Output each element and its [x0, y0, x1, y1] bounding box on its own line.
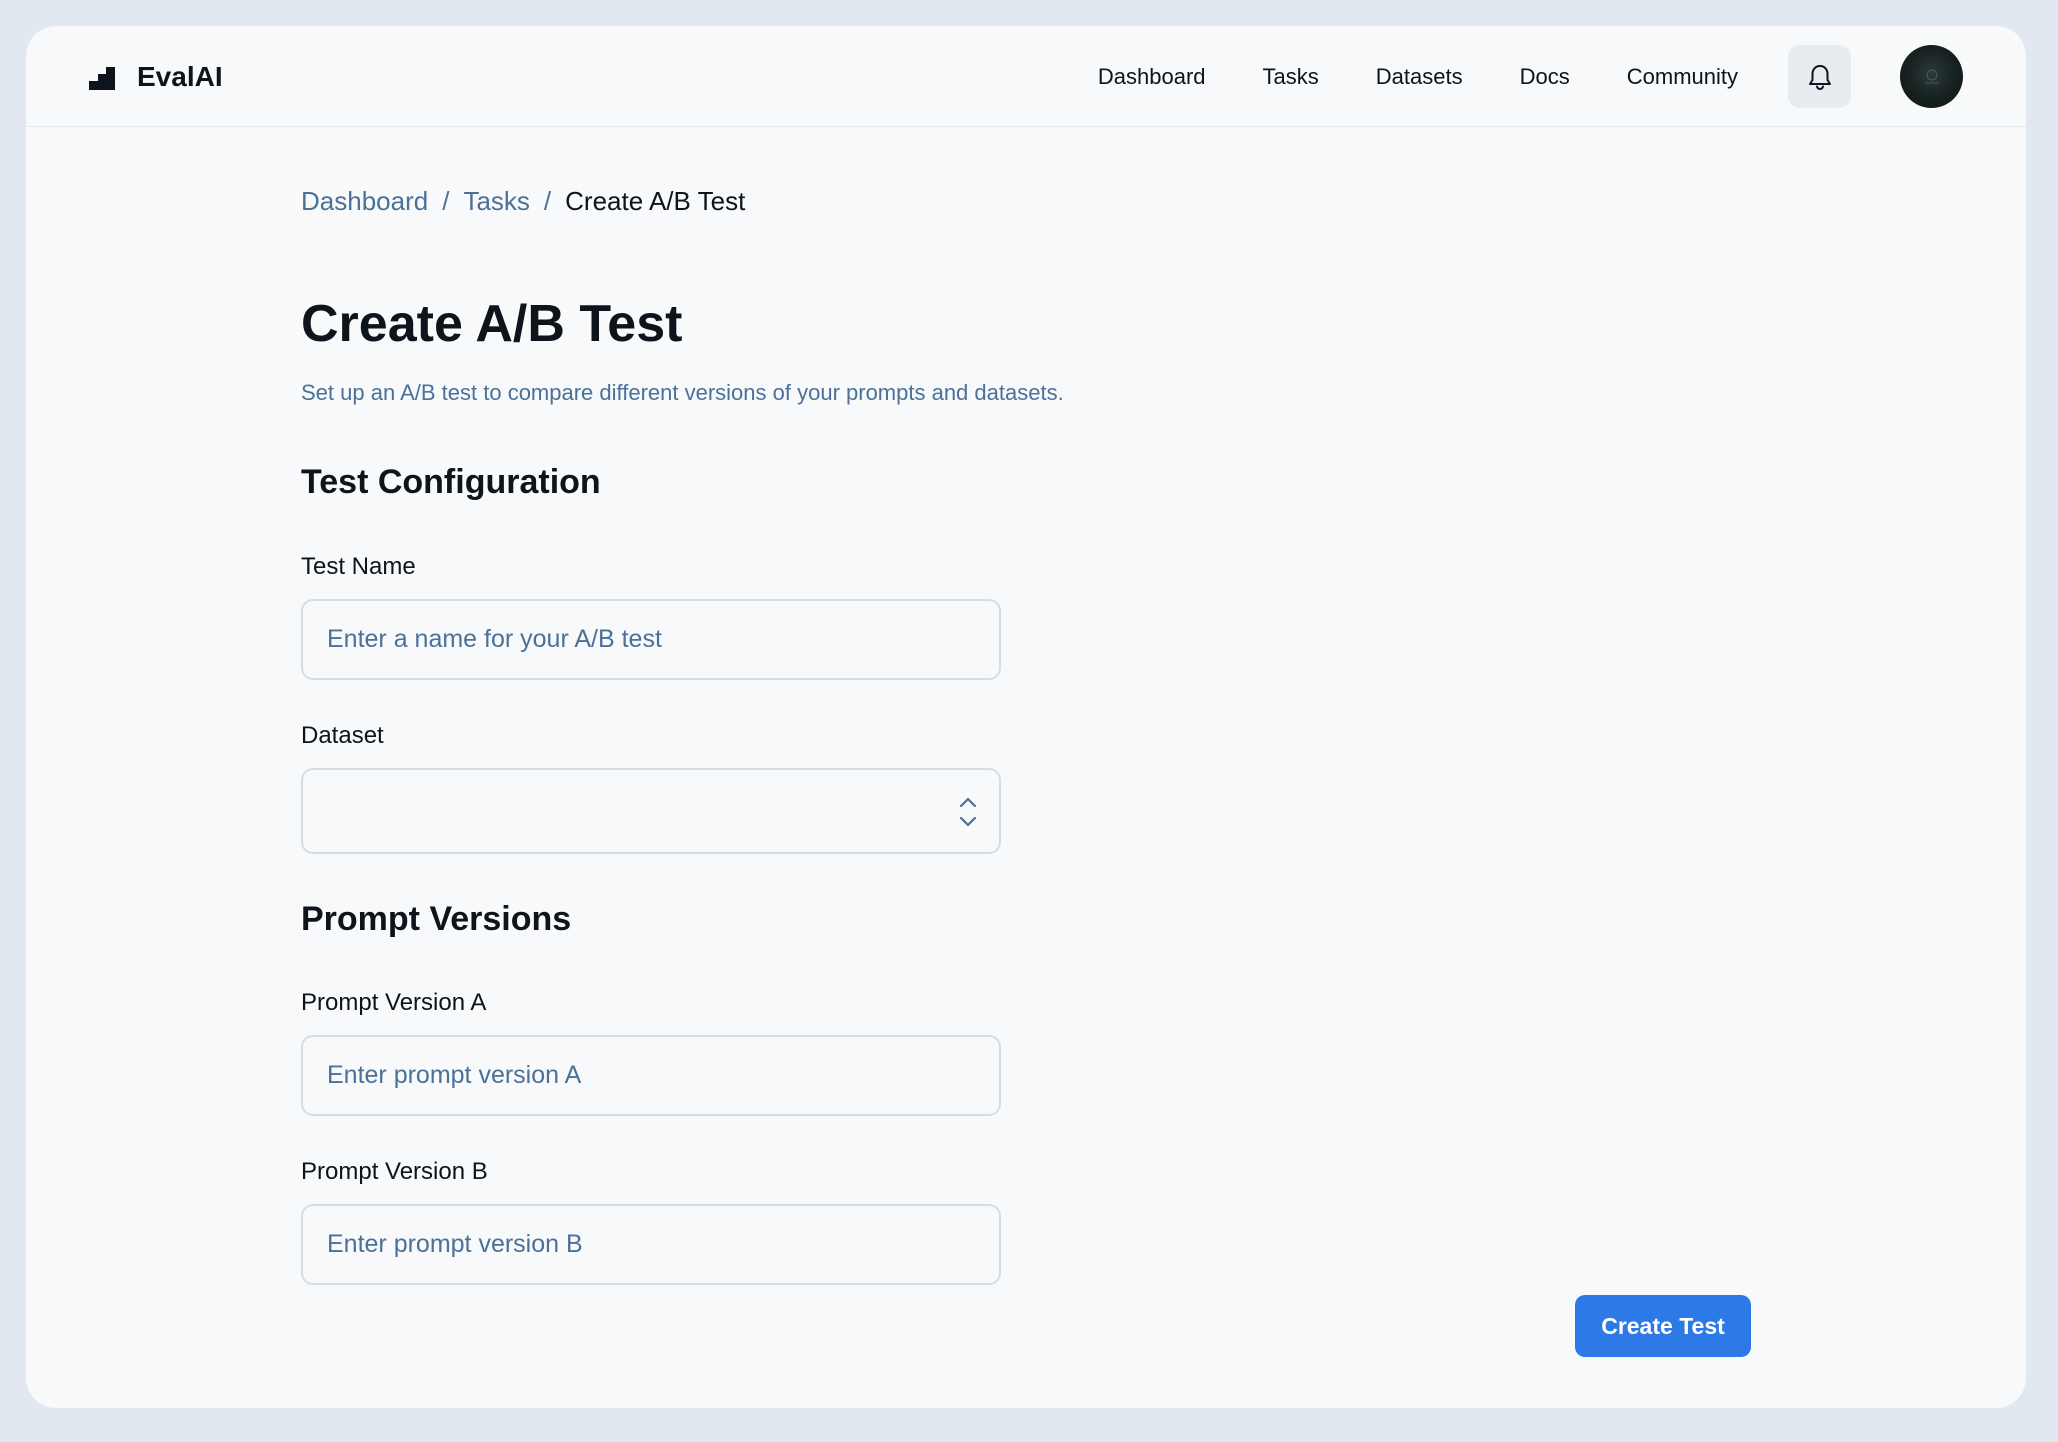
create-test-button[interactable]: Create Test — [1575, 1295, 1751, 1357]
notifications-button[interactable] — [1788, 45, 1851, 108]
page-title: Create A/B Test — [301, 295, 683, 353]
breadcrumb-separator: / — [442, 186, 450, 216]
prompt-version-b-label: Prompt Version B — [301, 1158, 488, 1185]
breadcrumb-separator: / — [543, 186, 552, 216]
breadcrumb: Dashboard / Tasks / Create A/B Test — [301, 186, 745, 217]
chevron-up-down-icon — [959, 797, 977, 827]
section-test-configuration: Test Configuration — [301, 463, 601, 501]
app-window: EvalAI Dashboard Tasks Datasets Docs Com… — [26, 26, 2026, 1408]
nav-docs[interactable]: Docs — [1520, 64, 1570, 90]
test-name-input[interactable] — [301, 599, 1001, 680]
page-subtitle: Set up an A/B test to compare different … — [301, 380, 1064, 405]
nav-datasets[interactable]: Datasets — [1376, 64, 1463, 90]
nav-tasks[interactable]: Tasks — [1263, 64, 1319, 90]
top-navbar: EvalAI Dashboard Tasks Datasets Docs Com… — [26, 26, 2026, 127]
nav-community[interactable]: Community — [1627, 64, 1738, 90]
brand[interactable]: EvalAI — [89, 26, 223, 127]
main-nav: Dashboard Tasks Datasets Docs Community — [1098, 26, 1738, 127]
logo-bars-icon — [89, 66, 115, 90]
bell-icon — [1808, 64, 1831, 90]
prompt-version-b-input[interactable] — [301, 1204, 1001, 1285]
breadcrumb-dashboard[interactable]: Dashboard — [301, 186, 428, 217]
prompt-version-a-input[interactable] — [301, 1035, 1001, 1116]
nav-dashboard[interactable]: Dashboard — [1098, 64, 1206, 90]
breadcrumb-current: Create A/B Test — [565, 186, 746, 216]
app-name: EvalAI — [137, 60, 223, 92]
test-name-label: Test Name — [301, 553, 416, 580]
avatar-emblem-icon — [1924, 69, 1939, 83]
prompt-version-a-label: Prompt Version A — [301, 989, 487, 1016]
breadcrumb-tasks[interactable]: Tasks — [463, 186, 529, 217]
dataset-select[interactable] — [301, 768, 1001, 854]
user-avatar[interactable] — [1900, 45, 1963, 108]
section-prompt-versions: Prompt Versions — [301, 900, 572, 938]
dataset-label: Dataset — [301, 722, 384, 749]
